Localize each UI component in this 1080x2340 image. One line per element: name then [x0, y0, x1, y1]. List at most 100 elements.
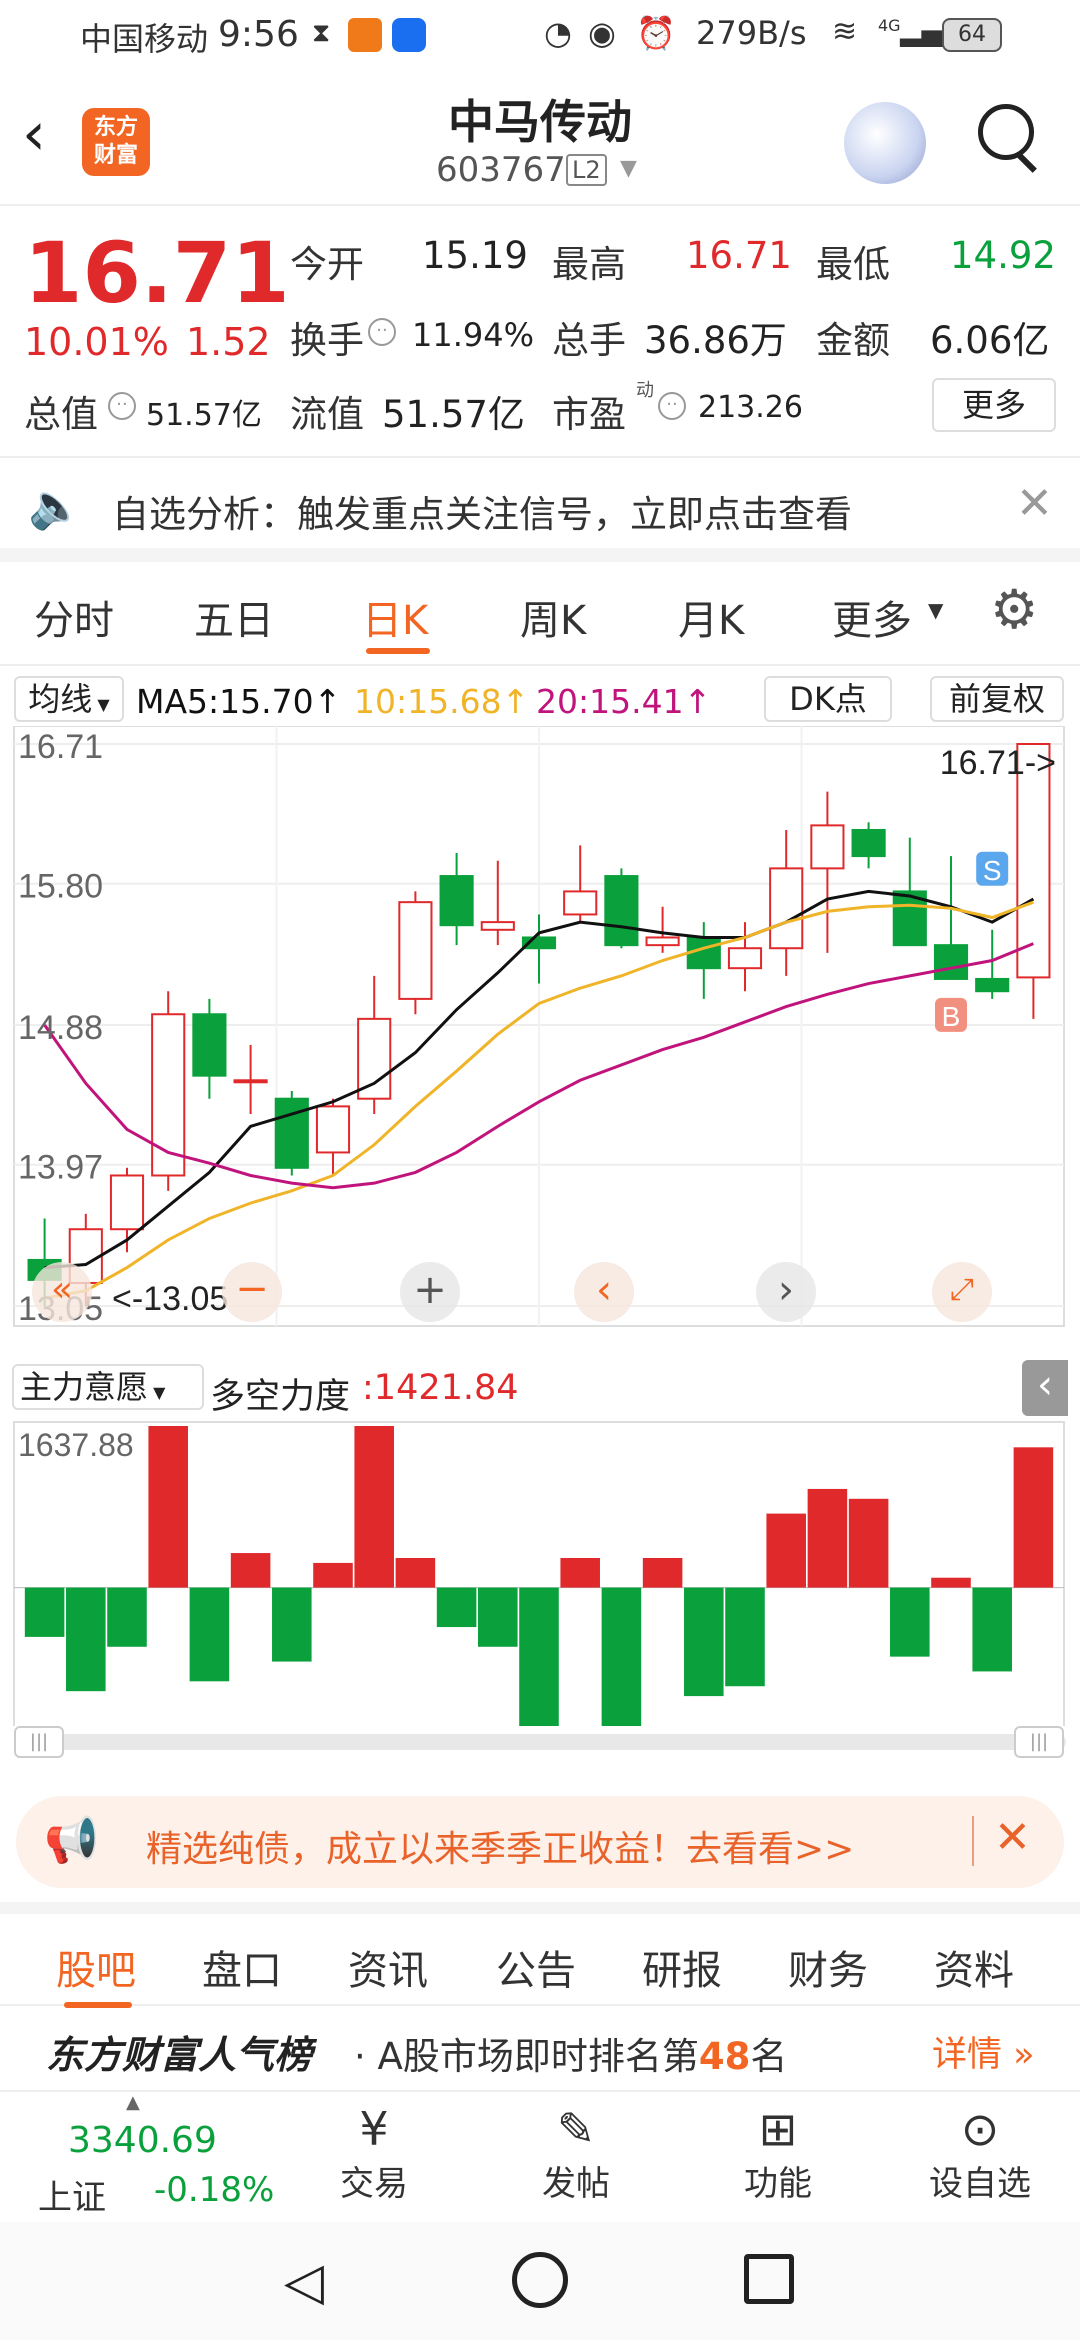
level2-badge[interactable]: L2	[566, 154, 607, 186]
chart-scrollbar[interactable]	[14, 1734, 1066, 1750]
add-watchlist-button[interactable]: ⊙ 设自选	[920, 2102, 1040, 2205]
tab-orderbook[interactable]: 盘口	[202, 1938, 282, 1996]
more-info-icon[interactable]: ··	[108, 392, 136, 420]
index-name[interactable]: 上证	[38, 2170, 106, 2219]
back-nav-icon[interactable]: ◁	[284, 2252, 324, 2312]
min-price-label: <-13.05	[112, 1280, 228, 1318]
search-icon[interactable]	[978, 104, 1034, 160]
status-bar: 中国移动 9:56 ⧗ ◔ ◉ ⏰ 279B/s ≋ 4G ▂▄▆ 64	[0, 0, 1080, 72]
tab-daily-k[interactable]: 日K	[362, 588, 428, 646]
scroll-handle-left[interactable]: |||	[14, 1726, 64, 1758]
info-tabs: 股吧 盘口 资讯 公告 研报 财务 资料	[0, 1902, 1080, 2008]
grid-icon: ⊞	[758, 2102, 798, 2156]
adjust-button[interactable]: 前复权	[930, 676, 1064, 722]
force-bar	[601, 1587, 642, 1726]
notice-text[interactable]: 自选分析：触发重点关注信号，立即点击查看	[112, 484, 852, 538]
force-bar	[66, 1587, 106, 1692]
ma-select[interactable]: 均线 ▼	[14, 676, 124, 722]
pe-value: 213.26	[698, 390, 803, 425]
tab-research[interactable]: 研报	[642, 1938, 722, 1996]
kline-chart[interactable]: 16.7115.8014.8813.9713.0516.71-><-13.05S…	[0, 726, 1080, 1726]
amount-value: 6.06亿	[930, 319, 1050, 362]
high-label: 最高	[552, 243, 626, 286]
tab-five-day[interactable]: 五日	[194, 588, 274, 646]
post-label: 发帖	[542, 2164, 610, 2204]
functions-button[interactable]: ⊞ 功能	[718, 2102, 838, 2205]
force-bar	[931, 1577, 971, 1588]
candle-body	[810, 824, 845, 870]
candle-body	[851, 828, 886, 858]
tab-intraday[interactable]: 分时	[34, 588, 114, 646]
kline-area: 均线 ▼ MA5:15.70↑ 10:15.68↑ 20:15.41↑ DK点 …	[0, 666, 1080, 1758]
tab-weekly-k[interactable]: 周K	[520, 588, 586, 646]
candle-body	[563, 890, 598, 916]
force-bar	[560, 1557, 600, 1588]
net-speed: 279B/s	[696, 14, 807, 52]
tab-news[interactable]: 资讯	[348, 1938, 428, 1996]
tab-monthly-k[interactable]: 月K	[678, 588, 744, 646]
force-bar	[395, 1557, 436, 1588]
force-bar	[354, 1426, 394, 1588]
rank-text: · A股市场即时排名第48名	[354, 2026, 787, 2080]
fullscreen-icon[interactable]: ⤢	[932, 1262, 992, 1322]
force-bar	[684, 1587, 724, 1697]
main-force-label: 主力意愿	[20, 1368, 149, 1406]
close-icon[interactable]: ✕	[994, 1812, 1031, 1863]
promo-banner[interactable]: 📢 精选纯债，成立以来季季正收益！去看看>> ✕	[16, 1796, 1064, 1888]
chevron-down-icon[interactable]: ▼	[620, 156, 637, 181]
more-button[interactable]: 更多	[932, 378, 1056, 432]
notice-bar[interactable]: 🔈 自选分析：触发重点关注信号，立即点击查看 ✕	[0, 458, 1080, 562]
battery-icon: 64	[942, 18, 1002, 52]
rank-number: 48	[698, 2035, 751, 2078]
banner-text[interactable]: 精选纯债，成立以来季季正收益！去看看>>	[146, 1820, 854, 1872]
rank-prefix: · A股市场即时排名第	[354, 2035, 699, 2078]
force-bar	[807, 1488, 848, 1588]
force-bar	[848, 1498, 889, 1588]
rank-suffix: 名	[750, 2035, 788, 2078]
turnover-value: 11.94%	[412, 316, 535, 354]
pe-label: 市盈	[552, 393, 626, 436]
trade-button[interactable]: ¥ 交易	[314, 2102, 434, 2205]
gear-icon[interactable]: ⚙	[990, 578, 1038, 641]
index-change[interactable]: -0.18%	[154, 2170, 274, 2210]
carrier: 中国移动	[80, 20, 209, 58]
more-info-icon[interactable]: ··	[658, 392, 686, 420]
recents-nav-icon[interactable]	[744, 2254, 794, 2304]
close-icon[interactable]: ✕	[1016, 478, 1053, 529]
y-tick-label: 14.88	[18, 1009, 103, 1047]
post-button[interactable]: ✎ 发帖	[516, 2102, 636, 2205]
candle-body	[109, 1174, 145, 1231]
dk-point-button[interactable]: DK点	[764, 676, 892, 722]
force-bar	[436, 1587, 477, 1628]
home-nav-icon[interactable]	[512, 2252, 568, 2308]
tab-forum[interactable]: 股吧	[56, 1938, 136, 1996]
functions-label: 功能	[744, 2164, 812, 2204]
index-value[interactable]: 3340.69	[68, 2120, 217, 2161]
more-info-icon[interactable]: ··	[368, 318, 396, 346]
right-icon[interactable]: ›	[756, 1262, 816, 1322]
robot-avatar-icon[interactable]	[844, 102, 926, 184]
tab-profile[interactable]: 资料	[934, 1938, 1014, 1996]
prev-icon[interactable]: «	[32, 1262, 92, 1322]
candle-body	[604, 875, 639, 947]
candle-body	[233, 1079, 268, 1084]
system-nav-bar: ◁	[0, 2222, 1080, 2340]
period-tabs: 分时 五日 日K 周K 月K 更多 ▼ ⚙	[0, 562, 1080, 666]
candle-body	[480, 921, 515, 931]
scroll-handle-right[interactable]: |||	[1014, 1726, 1064, 1758]
tab-announcements[interactable]: 公告	[496, 1938, 576, 1996]
popularity-rank[interactable]: 东方财富人气榜 · A股市场即时排名第48名 详情 »	[0, 2006, 1080, 2090]
chevron-down-icon: ▼	[148, 1383, 166, 1402]
collapse-icon[interactable]: ‹	[1022, 1360, 1068, 1416]
tab-financials[interactable]: 财务	[788, 1938, 868, 1996]
zoom-in-icon[interactable]: +	[400, 1262, 460, 1322]
tab-more[interactable]: 更多	[832, 588, 912, 646]
main-force-select[interactable]: 主力意愿 ▼	[12, 1364, 204, 1410]
left-icon[interactable]: ‹	[574, 1262, 634, 1322]
rank-detail-link[interactable]: 详情 »	[932, 2026, 1035, 2077]
force-max-label: 1637.88	[18, 1427, 134, 1463]
zoom-out-icon[interactable]: −	[222, 1262, 282, 1322]
force-bar	[313, 1562, 353, 1588]
float-label: 流值	[290, 393, 364, 436]
open-value: 15.19	[422, 234, 528, 277]
